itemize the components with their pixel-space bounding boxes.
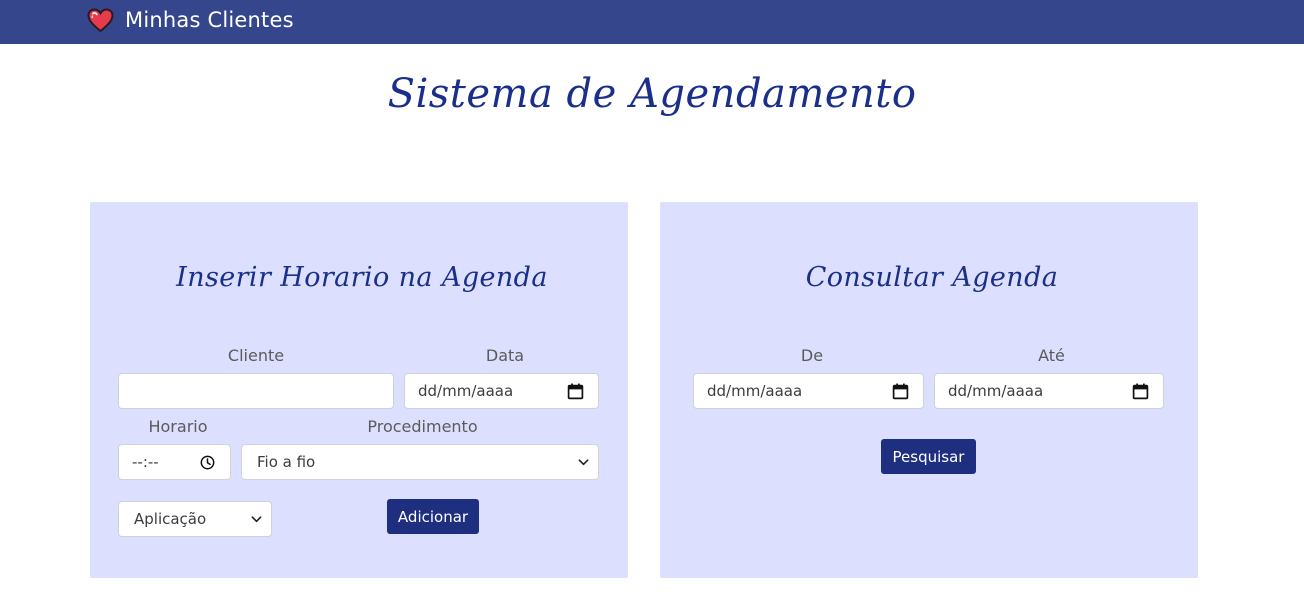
data-label: Data <box>485 346 525 365</box>
ate-label: Até <box>1038 346 1065 365</box>
procedimento-selected: Fio a fio <box>257 453 316 471</box>
adicionar-button[interactable]: Adicionar <box>387 499 479 534</box>
search-panel-title: Consultar Agenda <box>805 262 1059 293</box>
procedimento-select[interactable]: Fio a fio <box>241 444 599 480</box>
page-title: Sistema de Agendamento <box>387 71 917 117</box>
navbar-brand[interactable]: Minhas Clientes <box>87 6 294 34</box>
navbar: Minhas Clientes <box>0 0 1304 44</box>
heart-icon <box>87 7 114 33</box>
data-placeholder: dd/mm/aaaa <box>418 382 514 400</box>
chevron-down-icon <box>251 516 262 523</box>
tipo-select[interactable]: Aplicação <box>118 501 272 537</box>
insert-panel-title: Inserir Horario na Agenda <box>176 262 548 293</box>
horario-placeholder: --:-- <box>132 453 159 471</box>
brand-name: Minhas Clientes <box>125 8 294 32</box>
procedimento-label: Procedimento <box>367 417 478 436</box>
cliente-label: Cliente <box>227 346 285 365</box>
calendar-icon[interactable] <box>567 383 584 400</box>
de-date-input[interactable]: dd/mm/aaaa <box>693 373 924 409</box>
chevron-down-icon <box>578 459 589 466</box>
horario-time-input[interactable]: --:-- <box>118 444 231 480</box>
cliente-input[interactable] <box>118 373 394 409</box>
de-placeholder: dd/mm/aaaa <box>707 382 803 400</box>
tipo-selected: Aplicação <box>134 510 207 528</box>
calendar-icon[interactable] <box>1132 383 1149 400</box>
calendar-icon[interactable] <box>892 383 909 400</box>
horario-label: Horario <box>148 417 208 436</box>
de-label: De <box>800 346 824 365</box>
data-date-input[interactable]: dd/mm/aaaa <box>404 373 599 409</box>
pesquisar-button[interactable]: Pesquisar <box>881 439 976 474</box>
ate-placeholder: dd/mm/aaaa <box>948 382 1044 400</box>
clock-icon[interactable] <box>200 455 215 470</box>
ate-date-input[interactable]: dd/mm/aaaa <box>934 373 1164 409</box>
